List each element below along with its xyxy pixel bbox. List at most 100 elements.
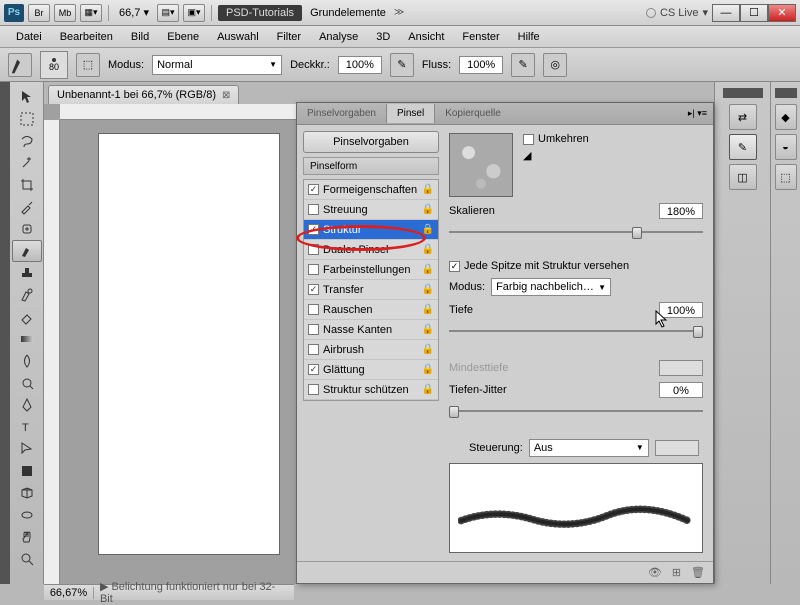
airbrush-icon[interactable]: ✎ bbox=[511, 53, 535, 77]
panel-menu-icon[interactable]: ▸| ▾≡ bbox=[682, 108, 713, 119]
move-tool[interactable] bbox=[12, 86, 42, 108]
brush-setting-transfer[interactable]: ✓Transfer🔒 bbox=[304, 280, 438, 300]
checkbox-icon[interactable]: ✓ bbox=[308, 364, 319, 375]
checkbox-icon[interactable] bbox=[308, 304, 319, 315]
lock-icon[interactable]: 🔒 bbox=[422, 224, 434, 235]
lock-icon[interactable]: 🔒 bbox=[422, 204, 434, 215]
maximize-button[interactable]: ☐ bbox=[740, 4, 768, 22]
lasso-tool[interactable] bbox=[12, 130, 42, 152]
color-panel-icon[interactable]: ⇄ bbox=[729, 104, 757, 130]
blur-tool[interactable] bbox=[12, 350, 42, 372]
brush-setting-streuung[interactable]: Streuung🔒 bbox=[304, 200, 438, 220]
styles-panel-icon[interactable]: ◒ bbox=[775, 134, 797, 160]
nav-panel-icon[interactable]: ⬚ bbox=[775, 164, 797, 190]
hand-tool[interactable] bbox=[12, 526, 42, 548]
cs-live-button[interactable]: CS Live ▾ bbox=[646, 6, 708, 19]
crop-tool[interactable] bbox=[12, 174, 42, 196]
pinselform-header[interactable]: Pinselform bbox=[303, 157, 439, 175]
history-brush-tool[interactable] bbox=[12, 284, 42, 306]
lock-icon[interactable]: 🔒 bbox=[422, 264, 434, 275]
wand-tool[interactable] bbox=[12, 152, 42, 174]
umkehren-checkbox[interactable]: Umkehren bbox=[523, 133, 589, 145]
tiefe-slider[interactable] bbox=[449, 324, 703, 353]
close-button[interactable]: ✕ bbox=[768, 4, 796, 22]
tiefe-field[interactable]: 100% bbox=[659, 302, 703, 318]
gradient-tool[interactable] bbox=[12, 328, 42, 350]
swatches-panel-icon[interactable]: ◆ bbox=[775, 104, 797, 130]
canvas[interactable] bbox=[99, 134, 279, 554]
brush-panel-icon[interactable]: ✎ bbox=[729, 134, 757, 160]
workspace-grundelemente[interactable]: Grundelemente bbox=[310, 7, 386, 19]
brush-setting-nasse-kanten[interactable]: Nasse Kanten🔒 bbox=[304, 320, 438, 340]
brush-setting-rauschen[interactable]: Rauschen🔒 bbox=[304, 300, 438, 320]
tablet-opacity-icon[interactable]: ✎ bbox=[390, 53, 414, 77]
menu-ansicht[interactable]: Ansicht bbox=[400, 29, 452, 45]
menu-filter[interactable]: Filter bbox=[269, 29, 309, 45]
eyedropper-tool[interactable] bbox=[12, 196, 42, 218]
checkbox-icon[interactable]: ✓ bbox=[308, 224, 319, 235]
checkbox-icon[interactable] bbox=[308, 204, 319, 215]
brush-setting-farbeinstellungen[interactable]: Farbeinstellungen🔒 bbox=[304, 260, 438, 280]
bridge-button[interactable]: Br bbox=[28, 4, 50, 22]
menu-fenster[interactable]: Fenster bbox=[454, 29, 507, 45]
brush-setting-struktur-schützen[interactable]: Struktur schützen🔒 bbox=[304, 380, 438, 400]
minimize-button[interactable]: — bbox=[712, 4, 740, 22]
dock-handle-2[interactable] bbox=[775, 88, 797, 98]
path-tool[interactable] bbox=[12, 438, 42, 460]
pinselvorgaben-button[interactable]: Pinselvorgaben bbox=[303, 131, 439, 153]
tiefen-jitter-slider[interactable] bbox=[449, 404, 703, 433]
type-tool[interactable]: T bbox=[12, 416, 42, 438]
dock-handle[interactable] bbox=[723, 88, 763, 98]
checkbox-icon[interactable] bbox=[308, 264, 319, 275]
modus-select[interactable]: Farbig nachbelich…▼ bbox=[491, 278, 611, 296]
checkbox-icon[interactable] bbox=[308, 344, 319, 355]
modus-select[interactable]: Normal▼ bbox=[152, 55, 282, 75]
lock-icon[interactable]: 🔒 bbox=[422, 184, 434, 195]
brush-panel-toggle[interactable]: ⬚ bbox=[76, 53, 100, 77]
workspace-psd-tutorials[interactable]: PSD-Tutorials bbox=[218, 5, 302, 21]
pen-tool[interactable] bbox=[12, 394, 42, 416]
checkbox-icon[interactable]: ✓ bbox=[308, 284, 319, 295]
tab-pinselvorgaben[interactable]: Pinselvorgaben bbox=[297, 104, 386, 123]
menu-bearbeiten[interactable]: Bearbeiten bbox=[52, 29, 121, 45]
3d-tool[interactable] bbox=[12, 482, 42, 504]
view-extras-button[interactable]: ▦▾ bbox=[80, 4, 102, 22]
layers-panel-icon[interactable]: ◫ bbox=[729, 164, 757, 190]
stamp-tool[interactable] bbox=[12, 262, 42, 284]
lock-icon[interactable]: 🔒 bbox=[422, 344, 434, 355]
skalieren-field[interactable]: 180% bbox=[659, 203, 703, 219]
texture-thumbnail[interactable] bbox=[449, 133, 513, 197]
brush-setting-formeigenschaften[interactable]: ✓Formeigenschaften🔒 bbox=[304, 180, 438, 200]
lock-icon[interactable]: 🔒 bbox=[422, 244, 434, 255]
tab-kopierquelle[interactable]: Kopierquelle bbox=[435, 104, 511, 123]
eraser-tool[interactable] bbox=[12, 306, 42, 328]
zoom-tool[interactable] bbox=[12, 548, 42, 570]
brush-setting-airbrush[interactable]: Airbrush🔒 bbox=[304, 340, 438, 360]
menu-bild[interactable]: Bild bbox=[123, 29, 157, 45]
checkbox-icon[interactable]: ✓ bbox=[308, 184, 319, 195]
skalieren-slider[interactable] bbox=[449, 225, 703, 254]
brush-preset-picker[interactable]: 80 bbox=[40, 51, 68, 79]
minibridge-button[interactable]: Mb bbox=[54, 4, 76, 22]
tablet-size-icon[interactable]: ◎ bbox=[543, 53, 567, 77]
lock-icon[interactable]: 🔒 bbox=[422, 384, 434, 395]
lock-icon[interactable]: 🔒 bbox=[422, 304, 434, 315]
arrange-documents-button[interactable]: ▤▾ bbox=[157, 4, 179, 22]
steuerung-select[interactable]: Aus▼ bbox=[529, 439, 649, 457]
workspace-more[interactable]: ≫ bbox=[394, 7, 404, 18]
menu-datei[interactable]: Datei bbox=[8, 29, 50, 45]
dodge-tool[interactable] bbox=[12, 372, 42, 394]
delete-preset-icon[interactable]: 🗑 bbox=[691, 566, 705, 579]
3d-camera-tool[interactable] bbox=[12, 504, 42, 526]
screen-mode-button[interactable]: ▣▾ bbox=[183, 4, 205, 22]
ruler-vertical[interactable] bbox=[44, 120, 60, 584]
marquee-tool[interactable] bbox=[12, 108, 42, 130]
menu-analyse[interactable]: Analyse bbox=[311, 29, 366, 45]
thumb-picker-icon[interactable]: ◢ bbox=[523, 149, 589, 162]
lock-icon[interactable]: 🔒 bbox=[422, 364, 434, 375]
shape-tool[interactable] bbox=[12, 460, 42, 482]
tiefen-jitter-field[interactable]: 0% bbox=[659, 382, 703, 398]
lock-icon[interactable]: 🔒 bbox=[422, 284, 434, 295]
menu-ebene[interactable]: Ebene bbox=[159, 29, 207, 45]
heal-tool[interactable] bbox=[12, 218, 42, 240]
